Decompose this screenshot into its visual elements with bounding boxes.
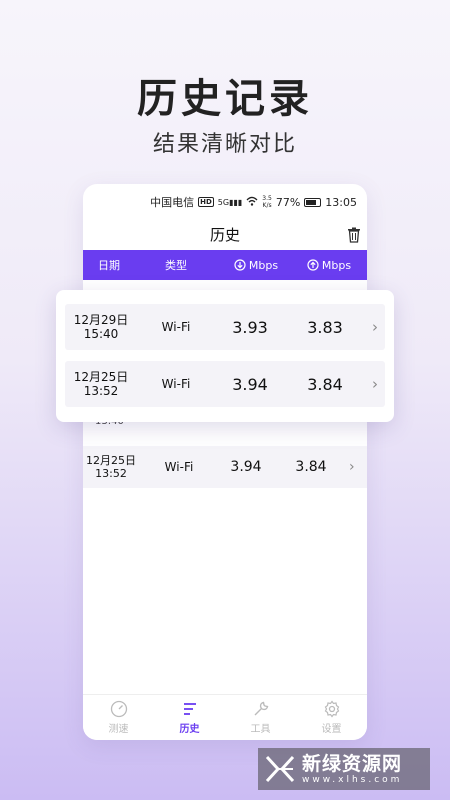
battery-icon (304, 197, 322, 207)
row-upload: 3.84 (295, 459, 327, 475)
list-icon (183, 703, 196, 715)
hero-subtitle: 结果清晰对比 (152, 132, 297, 157)
clock: 13:05 (325, 195, 357, 209)
row-type: Wi-Fi (161, 377, 191, 391)
nav-item-tools[interactable]: 工具 (225, 695, 296, 740)
row-date: 12月29日 15:40 (73, 313, 129, 341)
hero-title: 历史记录 (137, 76, 313, 122)
wrench-icon (254, 701, 268, 716)
page-title: 历史 (209, 226, 240, 244)
chevron-right-icon: › (372, 318, 378, 336)
nav-item-history[interactable]: 历史 (154, 695, 225, 740)
chevron-right-icon: › (349, 459, 355, 475)
row-type: Wi-Fi (164, 460, 194, 474)
list-item[interactable]: 12月29日 15:40 Wi-Fi 3.93 3.83 › (65, 304, 385, 350)
carrier-label: 中国电信 (150, 196, 195, 209)
row-date: 12月25日 13:52 (73, 370, 129, 398)
watermark-logo-icon (265, 755, 295, 783)
row-download: 3.93 (232, 317, 268, 337)
row-upload: 3.83 (307, 317, 343, 337)
net-speed: 3.5 K/s (262, 195, 272, 209)
history-comparison-card: 12月29日 15:40 Wi-Fi 3.93 3.83 › 12月25日 13… (56, 290, 394, 422)
row-download: 3.94 (230, 459, 262, 475)
status-bar: 中国电信 HD 5G▮▮▮ 3.5 K/s 77% 13:05 (83, 184, 367, 220)
signal-icon: 5G▮▮▮ (217, 197, 243, 207)
phone-screen: 中国电信 HD 5G▮▮▮ 3.5 K/s 77% 13:05 历史 日期 类型 (83, 184, 367, 740)
upload-icon (307, 259, 319, 271)
watermark-name: 新绿资源网 (302, 752, 403, 775)
header-download: Mbps (221, 259, 291, 272)
speedometer-icon (110, 700, 127, 718)
watermark-url: www.xlhs.com (302, 774, 403, 785)
wifi-icon (246, 196, 258, 209)
table-header: 日期 类型 Mbps Mbps (83, 250, 367, 280)
download-icon (234, 259, 246, 271)
row-upload: 3.84 (307, 374, 343, 394)
nav-item-speedtest[interactable]: 测速 (83, 695, 154, 740)
row-download: 3.94 (232, 374, 268, 394)
chevron-right-icon: › (372, 375, 378, 393)
battery-percent: 77% (275, 195, 301, 209)
app-header: 历史 (83, 220, 367, 250)
signal-label: 5G (217, 197, 230, 207)
watermark: 新绿资源网 www.xlhs.com (258, 748, 430, 790)
gear-icon (324, 700, 339, 718)
list-item[interactable]: 12月25日 13:52 Wi-Fi 3.94 3.84 › (65, 361, 385, 407)
trash-icon[interactable] (347, 227, 361, 243)
nav-item-settings[interactable]: 设置 (296, 695, 367, 740)
bottom-nav: 测速 历史 工具 设置 (83, 694, 367, 740)
hd-badge: HD (198, 197, 214, 207)
row-type: Wi-Fi (161, 320, 191, 334)
header-type: 类型 (165, 259, 187, 272)
table-row[interactable]: 12月25日 13:52 Wi-Fi 3.94 3.84 › (83, 446, 367, 488)
header-date: 日期 (98, 259, 120, 272)
header-upload: Mbps (291, 259, 367, 272)
row-date: 12月25日 13:52 (86, 454, 136, 480)
